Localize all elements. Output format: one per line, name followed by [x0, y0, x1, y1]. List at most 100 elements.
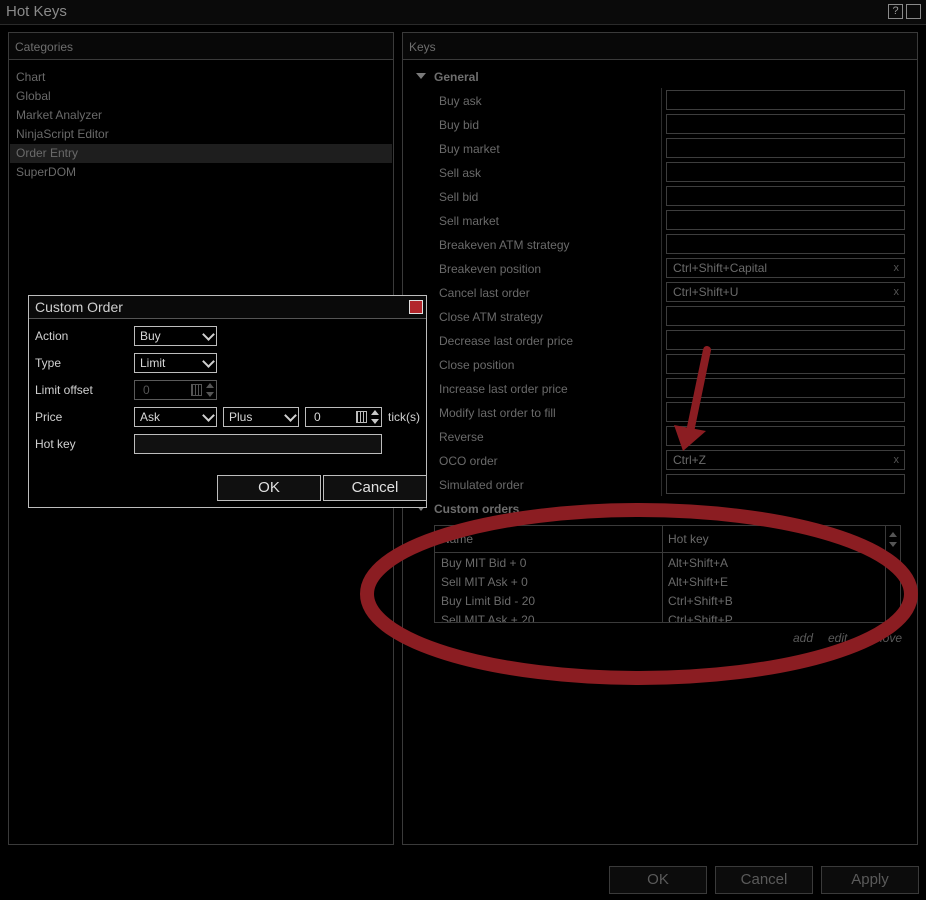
custom-orders-toggle[interactable]: Custom orders: [416, 502, 519, 516]
key-hotkey-input[interactable]: Ctrl+Shift+Capital x: [666, 258, 905, 278]
row-hotkey: Ctrl+Shift+P: [668, 613, 733, 623]
calculator-icon: [356, 411, 367, 423]
custom-orders-grid: Name Hot key Buy MIT Bid + 0 Alt+Shift+A…: [434, 525, 901, 623]
dialog-cancel-button[interactable]: Cancel: [323, 475, 427, 501]
key-label: Increase last order price: [439, 382, 568, 396]
row-hotkey: Alt+Shift+A: [668, 556, 729, 570]
key-hotkey-input[interactable]: Ctrl+Z x: [666, 450, 905, 470]
chevron-down-icon: [202, 355, 215, 368]
category-superdom[interactable]: SuperDOM: [10, 163, 392, 182]
dialog-title: Custom Order: [35, 299, 123, 315]
key-label: Breakeven ATM strategy: [439, 238, 570, 252]
key-label: Close position: [439, 358, 515, 372]
dialog-close-button[interactable]: [409, 300, 423, 314]
key-label: Sell ask: [439, 166, 482, 180]
key-hotkey-input[interactable]: [666, 186, 905, 206]
key-label: Sell bid: [439, 190, 479, 204]
key-hotkey-input[interactable]: [666, 426, 905, 446]
chevron-down-icon: [202, 409, 215, 422]
key-hotkey-input[interactable]: [666, 402, 905, 422]
table-row[interactable]: Sell MIT Ask + 0 Alt+Shift+E: [435, 573, 887, 592]
help-button[interactable]: ?: [888, 4, 903, 19]
chevron-down-icon: [284, 409, 297, 422]
column-name[interactable]: Name: [441, 532, 473, 546]
clear-icon[interactable]: x: [894, 259, 900, 277]
chevron-down-icon: [202, 328, 215, 341]
limit-offset-label: Limit offset: [35, 383, 93, 397]
key-hotkey-input[interactable]: [666, 354, 905, 374]
category-order-entry[interactable]: Order Entry: [10, 144, 392, 163]
key-hotkey-input[interactable]: [666, 114, 905, 134]
edit-link[interactable]: edit: [828, 631, 847, 645]
ok-button[interactable]: OK: [609, 866, 707, 894]
key-hotkey-value: Ctrl+Z: [673, 453, 706, 467]
cancel-button[interactable]: Cancel: [715, 866, 813, 894]
key-hotkey-input[interactable]: [666, 378, 905, 398]
key-hotkey-input[interactable]: [666, 162, 905, 182]
apply-button[interactable]: Apply: [821, 866, 919, 894]
key-label: Simulated order: [439, 478, 524, 492]
categories-header: Categories: [9, 33, 393, 60]
window-title: Hot Keys: [6, 3, 67, 20]
custom-orders-label: Custom orders: [434, 502, 520, 516]
type-select[interactable]: Limit: [134, 353, 217, 373]
scroll-arrows-icon: [889, 532, 897, 547]
key-label: Cancel last order: [439, 286, 530, 300]
key-hotkey-input[interactable]: [666, 138, 905, 158]
key-hotkey-value: Ctrl+Shift+U: [673, 285, 739, 299]
category-chart[interactable]: Chart: [10, 68, 392, 87]
grid-scrollbar[interactable]: [885, 526, 900, 622]
key-label: Modify last order to fill: [439, 406, 556, 420]
row-name: Sell MIT Ask + 0: [441, 575, 528, 589]
key-label: Buy bid: [439, 118, 480, 132]
key-hotkey-input[interactable]: [666, 306, 905, 326]
spin-arrows-icon: [370, 409, 379, 425]
dialog-ok-button[interactable]: OK: [217, 475, 321, 501]
dialog-title-bar: Custom Order: [29, 296, 426, 319]
add-link[interactable]: add: [793, 631, 813, 645]
general-group-toggle[interactable]: General: [416, 70, 479, 84]
remove-link[interactable]: remove: [862, 631, 902, 645]
clear-icon[interactable]: x: [894, 451, 900, 469]
table-row[interactable]: Buy Limit Bid - 20 Ctrl+Shift+B: [435, 592, 887, 611]
general-group-label: General: [434, 70, 479, 84]
clear-icon[interactable]: x: [894, 283, 900, 301]
grid-header: Name Hot key: [435, 526, 887, 553]
limit-offset-stepper[interactable]: 0: [134, 380, 217, 400]
table-row[interactable]: Buy MIT Bid + 0 Alt+Shift+A: [435, 554, 887, 573]
hotkey-input[interactable]: [134, 434, 382, 454]
row-name: Sell MIT Ask + 20: [441, 613, 535, 623]
key-label: Reverse: [439, 430, 484, 444]
key-label: Buy ask: [439, 94, 482, 108]
key-label: Breakeven position: [439, 262, 542, 276]
key-hotkey-input[interactable]: [666, 474, 905, 494]
price-source-select[interactable]: Ask: [134, 407, 217, 427]
column-hot-key[interactable]: Hot key: [668, 532, 709, 546]
key-hotkey-input[interactable]: Ctrl+Shift+U x: [666, 282, 905, 302]
key-hotkey-input[interactable]: [666, 210, 905, 230]
row-hotkey: Alt+Shift+E: [668, 575, 729, 589]
price-direction-select[interactable]: Plus: [223, 407, 299, 427]
action-label: Action: [35, 329, 69, 343]
key-label: Close ATM strategy: [439, 310, 543, 324]
row-name: Buy MIT Bid + 0: [441, 556, 527, 570]
category-market-analyzer[interactable]: Market Analyzer: [10, 106, 392, 125]
price-ticks-stepper[interactable]: 0: [305, 407, 382, 427]
key-hotkey-input[interactable]: [666, 330, 905, 350]
action-select[interactable]: Buy: [134, 326, 217, 346]
expand-triangle-icon: [416, 73, 426, 79]
key-label: Sell market: [439, 214, 500, 228]
key-column-divider: [661, 88, 662, 496]
key-hotkey-input[interactable]: [666, 90, 905, 110]
custom-order-dialog: Custom Order Action Buy Type Limit Limit…: [28, 295, 427, 508]
category-ninjascript-editor[interactable]: NinjaScript Editor: [10, 125, 392, 144]
close-button[interactable]: [906, 4, 921, 19]
hotkey-label: Hot key: [35, 437, 76, 451]
category-global[interactable]: Global: [10, 87, 392, 106]
row-name: Buy Limit Bid - 20: [441, 594, 536, 608]
key-label: Decrease last order price: [439, 334, 574, 348]
table-row[interactable]: Sell MIT Ask + 20 Ctrl+Shift+P: [435, 611, 887, 623]
key-hotkey-value: Ctrl+Shift+Capital: [673, 261, 768, 275]
calculator-icon: [191, 384, 202, 396]
key-hotkey-input[interactable]: [666, 234, 905, 254]
